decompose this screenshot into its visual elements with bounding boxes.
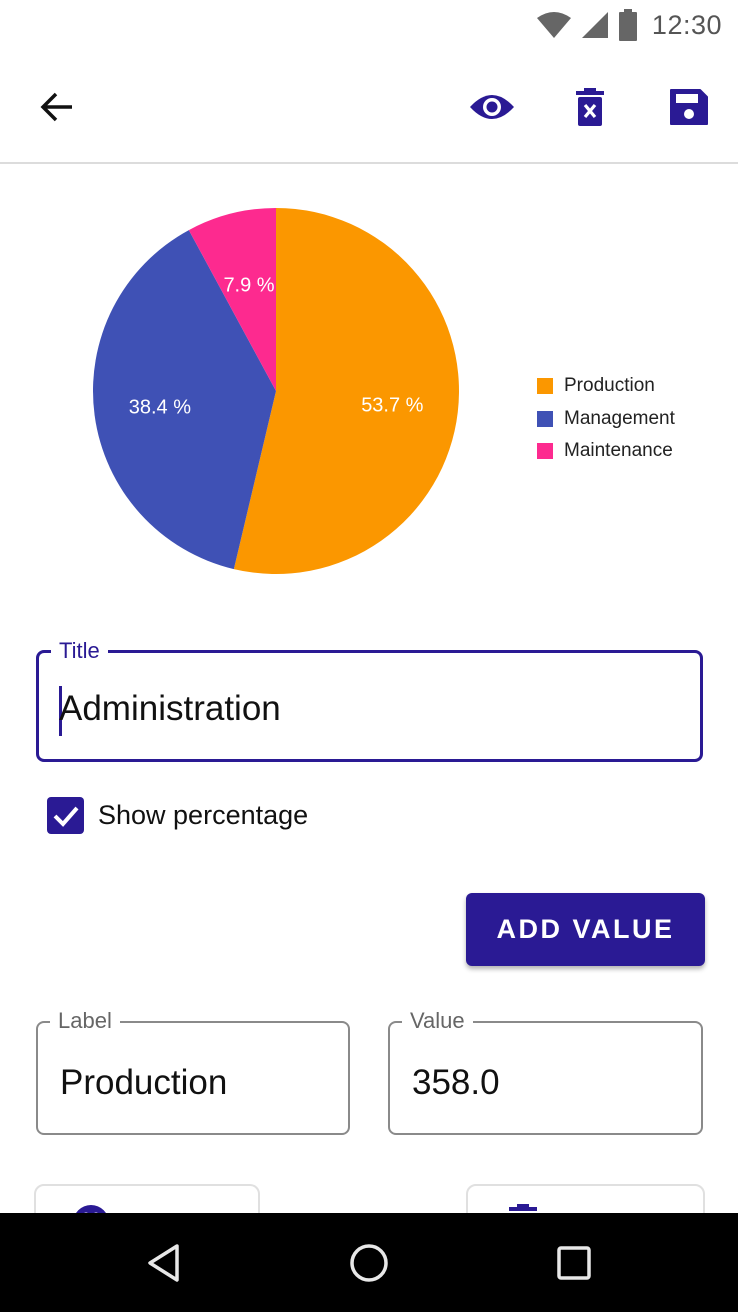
back-triangle-icon bbox=[148, 1244, 179, 1282]
show-percentage-label: Show percentage bbox=[98, 800, 309, 830]
eye-icon bbox=[470, 95, 514, 119]
status-time: 12:30 bbox=[651, 9, 722, 40]
cellular-signal-icon bbox=[581, 12, 608, 38]
legend-item: Management bbox=[537, 403, 675, 436]
add-value-button[interactable]: ADD VALUE bbox=[466, 893, 705, 966]
pie-slice-label: 53.7 % bbox=[361, 395, 423, 417]
show-percentage-toggle[interactable]: Show percentage bbox=[47, 797, 308, 834]
title-field[interactable]: Title bbox=[36, 637, 703, 762]
home-circle-icon bbox=[350, 1244, 388, 1282]
preview-button[interactable] bbox=[467, 82, 517, 132]
title-field-label: Title bbox=[51, 637, 108, 665]
status-bar: 12:30 bbox=[0, 0, 738, 52]
pie-slice-label: 7.9 % bbox=[223, 275, 274, 297]
recents-square-icon bbox=[557, 1246, 591, 1280]
value-field-label: Value bbox=[402, 1007, 473, 1035]
legend-item: Maintenance bbox=[537, 435, 675, 468]
chart-legend: Production Management Maintenance bbox=[537, 370, 675, 468]
delete-chart-button[interactable] bbox=[565, 82, 615, 132]
show-percentage-checkbox[interactable] bbox=[47, 797, 84, 834]
value-field[interactable]: Value bbox=[388, 1007, 703, 1135]
title-input[interactable] bbox=[59, 689, 659, 729]
legend-label: Management bbox=[564, 407, 675, 429]
label-field-label: Label bbox=[50, 1007, 120, 1035]
system-nav-bar bbox=[0, 1213, 738, 1312]
legend-label: Maintenance bbox=[564, 440, 673, 462]
legend-swatch bbox=[537, 443, 553, 460]
save-icon bbox=[670, 89, 708, 125]
nav-recents-button[interactable] bbox=[552, 1241, 596, 1285]
delete-forever-icon bbox=[576, 88, 604, 126]
battery-icon bbox=[618, 9, 637, 41]
nav-home-button[interactable] bbox=[347, 1241, 391, 1285]
app-bar bbox=[0, 52, 738, 164]
pie-chart[interactable]: 53.7 % 38.4 % 7.9 % bbox=[0, 190, 520, 590]
legend-swatch bbox=[537, 378, 553, 395]
legend-label: Production bbox=[564, 375, 655, 397]
value-input[interactable] bbox=[412, 1063, 682, 1103]
back-button[interactable] bbox=[32, 82, 82, 132]
label-input[interactable] bbox=[60, 1063, 330, 1103]
label-field[interactable]: Label bbox=[36, 1007, 350, 1135]
wifi-icon bbox=[536, 12, 571, 38]
arrow-back-icon bbox=[40, 92, 72, 122]
pie-slice-label: 38.4 % bbox=[129, 396, 191, 418]
check-icon bbox=[53, 806, 79, 827]
nav-back-button[interactable] bbox=[142, 1241, 186, 1285]
save-button[interactable] bbox=[664, 82, 714, 132]
legend-swatch bbox=[537, 410, 553, 427]
legend-item: Production bbox=[537, 370, 675, 403]
